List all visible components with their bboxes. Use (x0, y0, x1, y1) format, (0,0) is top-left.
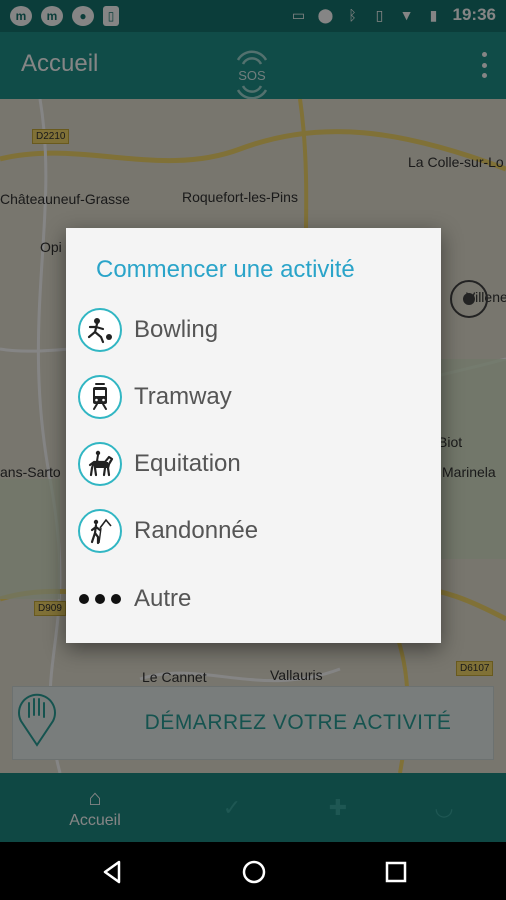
activity-dialog: Commencer une activité Bowling Tramway E… (66, 228, 441, 643)
horse-riding-icon (78, 442, 122, 486)
back-icon[interactable] (98, 858, 126, 886)
home-circle-icon[interactable] (240, 858, 268, 886)
option-label: Autre (134, 585, 192, 612)
system-navigation-bar (0, 842, 506, 900)
bowling-icon (78, 308, 122, 352)
option-label: Bowling (134, 316, 219, 343)
option-bowling[interactable]: Bowling (78, 302, 428, 358)
option-label: Randonnée (134, 517, 259, 544)
dialog-title: Commencer une activité (96, 256, 355, 283)
more-dots-icon (78, 577, 122, 621)
option-autre[interactable]: Autre (78, 571, 428, 627)
option-label: Tramway (134, 383, 232, 410)
option-randonnee[interactable]: Randonnée (78, 503, 428, 559)
option-equitation[interactable]: Equitation (78, 436, 428, 492)
recents-icon[interactable] (382, 858, 410, 886)
tramway-icon (78, 375, 122, 419)
option-label: Equitation (134, 450, 241, 477)
hiking-icon (78, 509, 122, 553)
option-tramway[interactable]: Tramway (78, 369, 428, 425)
